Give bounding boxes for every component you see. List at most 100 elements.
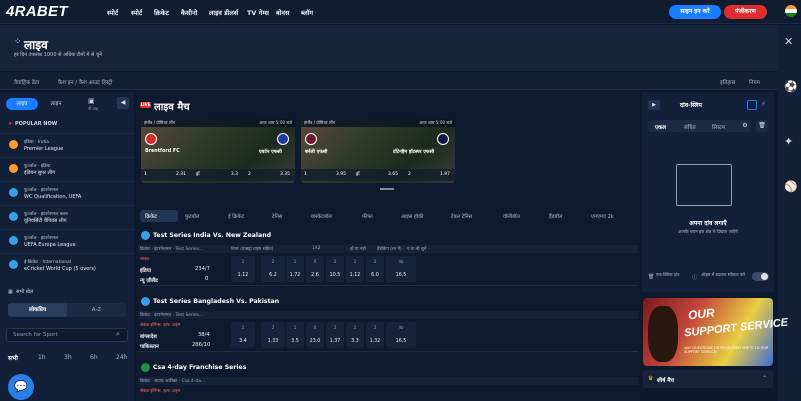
collapse-icon[interactable]: ◀ (117, 97, 129, 109)
nav-sport[interactable]: स्पोर्ट (107, 8, 118, 17)
carousel-dots[interactable] (380, 188, 394, 190)
login-button[interactable]: साइन इन करें (669, 5, 721, 19)
nav-cricket[interactable]: क्रिकेट (154, 8, 169, 17)
nav-blog[interactable]: ब्लॉग (301, 8, 313, 17)
info-icon: ⓘ (692, 275, 698, 281)
betslip-tab-system[interactable]: सिस्टम (712, 123, 725, 131)
ball-icon[interactable]: ⚾ (784, 180, 798, 193)
sport-search-input[interactable]: Search for Sport (6, 328, 128, 342)
tab-ecricket[interactable]: ई क्रिकेट (228, 212, 244, 220)
search-icon[interactable]: ⌕ (116, 330, 120, 339)
list-item[interactable]: ई-क्रिकेट · International eCricket World … (0, 253, 134, 277)
odd-cell[interactable]: 1 3.4 (231, 322, 255, 348)
settings-icon[interactable]: ⚙ (739, 120, 751, 132)
betslip-tab-single[interactable]: एकल (655, 123, 666, 131)
trash-icon[interactable]: 🗑 (648, 274, 654, 280)
time-filter-all[interactable]: सभी (8, 354, 18, 362)
match-card-time: आज शाम 5:00 बजे (259, 120, 292, 125)
register-button[interactable]: पंजीकरण (724, 5, 767, 19)
odd-cell[interactable]: 1 3.3 (346, 322, 364, 348)
odd-cell[interactable]: X 23.0 (306, 322, 324, 348)
odd-cell[interactable]: पेड 16.5 (386, 256, 416, 282)
expand-icon[interactable]: ▶ (648, 100, 660, 110)
team-logo-icon (145, 133, 157, 145)
list-item[interactable]: फुटबॉल · इंटरनेशनल WC Qualification, UEFA (0, 181, 134, 205)
list-item[interactable]: फुटबॉल · इंडिया इंडियन सुपर लीग (0, 157, 134, 181)
nav-tv-games[interactable]: TV गेम्स (247, 8, 269, 17)
odd-cell[interactable]: 1 1.72 (286, 256, 304, 282)
subnav-cash-history[interactable]: कैश इन / कैश आउट हिस्ट्री (58, 78, 112, 86)
odd-cell[interactable]: 2 10.5 (326, 256, 344, 282)
odd-away[interactable]: 2 3.35 (248, 171, 292, 179)
time-filter-6h[interactable]: 6h (90, 354, 98, 361)
odd-cell[interactable]: 2 6.2 (261, 256, 285, 282)
tab-mma[interactable]: एमएमए 2k (591, 212, 614, 220)
time-filter-3h[interactable]: 3h (64, 354, 72, 361)
tab-basketball[interactable]: बास्केटबॉल (311, 212, 332, 220)
tab-volleyball[interactable]: वॉलीबॉल (503, 212, 520, 220)
tab-ice-hockey[interactable]: आइस हॉकी (401, 212, 423, 220)
odd-cell[interactable]: पेड 16.5 (386, 322, 416, 348)
language-flag-icon[interactable] (785, 5, 797, 17)
toggle-knob (761, 273, 768, 280)
match-card[interactable]: इंग्लैंड / प्रीमियर लीग आज शाम 5:00 बजे B… (141, 119, 295, 183)
cricket-icon[interactable]: ✦ (784, 135, 793, 148)
list-item-sport: ई-क्रिकेट · International (24, 260, 72, 265)
odd-cell[interactable]: 2 1.33 (261, 322, 285, 348)
betslip-tab-accumulator[interactable]: संचित (684, 123, 696, 131)
chat-icon[interactable]: 💬 (8, 374, 34, 400)
list-item[interactable]: फुटबॉल · इंटरनेशनल UEFA Europa League (0, 229, 134, 253)
odd-away[interactable]: 2 1.97 (408, 171, 452, 179)
sport-icon[interactable]: ⚽ (784, 80, 798, 93)
odd-cell[interactable]: 1 3.5 (286, 322, 304, 348)
promo-heading: OUR (687, 305, 716, 323)
odd-cell[interactable]: X 2.6 (306, 256, 324, 282)
stream-icon[interactable]: ▣ (88, 97, 95, 105)
sort-az[interactable]: A-Z (67, 303, 126, 317)
betslip-title: दांव-स्लिप (680, 102, 702, 109)
tab-handball[interactable]: हैंडबॉल (549, 212, 562, 220)
tab-prematch[interactable]: लाइन (40, 98, 72, 110)
sort-popular[interactable]: लोकप्रिय (8, 303, 67, 317)
odd-home[interactable]: 1 2.31 (144, 171, 188, 179)
subnav-stats[interactable]: वैवाहिक ढेटा (14, 78, 39, 86)
list-item[interactable]: फुटबॉल · इंटरनेशनल क्लब यूनिवर्सिटी चैंपि… (0, 205, 134, 229)
popular-now-header[interactable]: POPULAR NOW (15, 121, 57, 127)
time-filter-1h[interactable]: 1h (38, 354, 46, 361)
league-title[interactable]: Test Series India Vs. New Zealand (153, 232, 653, 242)
odd-cell[interactable]: 2 6.0 (366, 256, 384, 282)
bolt-icon[interactable]: ⚡ (761, 100, 766, 108)
league-title[interactable]: Csa 4-day Franchise Series (153, 364, 653, 374)
odd-cell[interactable]: 2 1.32 (366, 322, 384, 348)
odd-cell[interactable]: 1 1.12 (231, 256, 255, 282)
tab-tennis[interactable]: टेनिस (272, 212, 282, 220)
mobile-icon[interactable] (747, 100, 757, 110)
trash-icon[interactable]: 🗑 (756, 120, 768, 132)
nav-live-dealers[interactable]: लाइव डीलर्स (209, 8, 238, 17)
odd-home[interactable]: 1 3.95 (304, 171, 348, 179)
odd-draw[interactable]: ड्रॉ 3.3 (196, 171, 240, 179)
nav-sport-2[interactable]: स्पोर्ट (131, 8, 142, 17)
tab-live[interactable]: लाइव (6, 98, 38, 110)
team-logo-icon (305, 133, 317, 145)
subnav-history[interactable]: इतिहास (720, 78, 735, 86)
odd-cell[interactable]: 1 1.12 (346, 256, 364, 282)
nav-bonus[interactable]: बोनस (276, 8, 289, 17)
close-icon[interactable]: ✕ (784, 35, 793, 48)
list-item[interactable]: इंडिया · India Premier League (0, 133, 134, 157)
tab-football[interactable]: फुटबॉल (185, 212, 199, 220)
odd-draw[interactable]: ड्रॉ 3.65 (356, 171, 400, 179)
match-card[interactable]: इंग्लैंड / प्रीमियर लीग आज शाम 5:00 बजे ब… (301, 119, 455, 183)
subnav-rules[interactable]: नियम (749, 78, 760, 86)
odd-cell[interactable]: 2 1.37 (326, 322, 344, 348)
time-filter-24h[interactable]: 24h (116, 354, 127, 361)
logo[interactable]: 4RABET (6, 3, 68, 20)
nav-casino[interactable]: कैसीनो (181, 8, 197, 17)
tab-fifa[interactable]: फीफा (362, 212, 373, 220)
hero-banner (0, 25, 778, 71)
chevron-up-icon[interactable]: ⌃ (762, 375, 767, 382)
sub-navigation (0, 72, 778, 90)
list-item-league: eCricket World Cup (5 overs) (24, 266, 96, 272)
tab-table-tennis[interactable]: टेबल टेनिस (451, 212, 472, 220)
league-title[interactable]: Test Series Bangladesh Vs. Pakistan (153, 298, 653, 308)
